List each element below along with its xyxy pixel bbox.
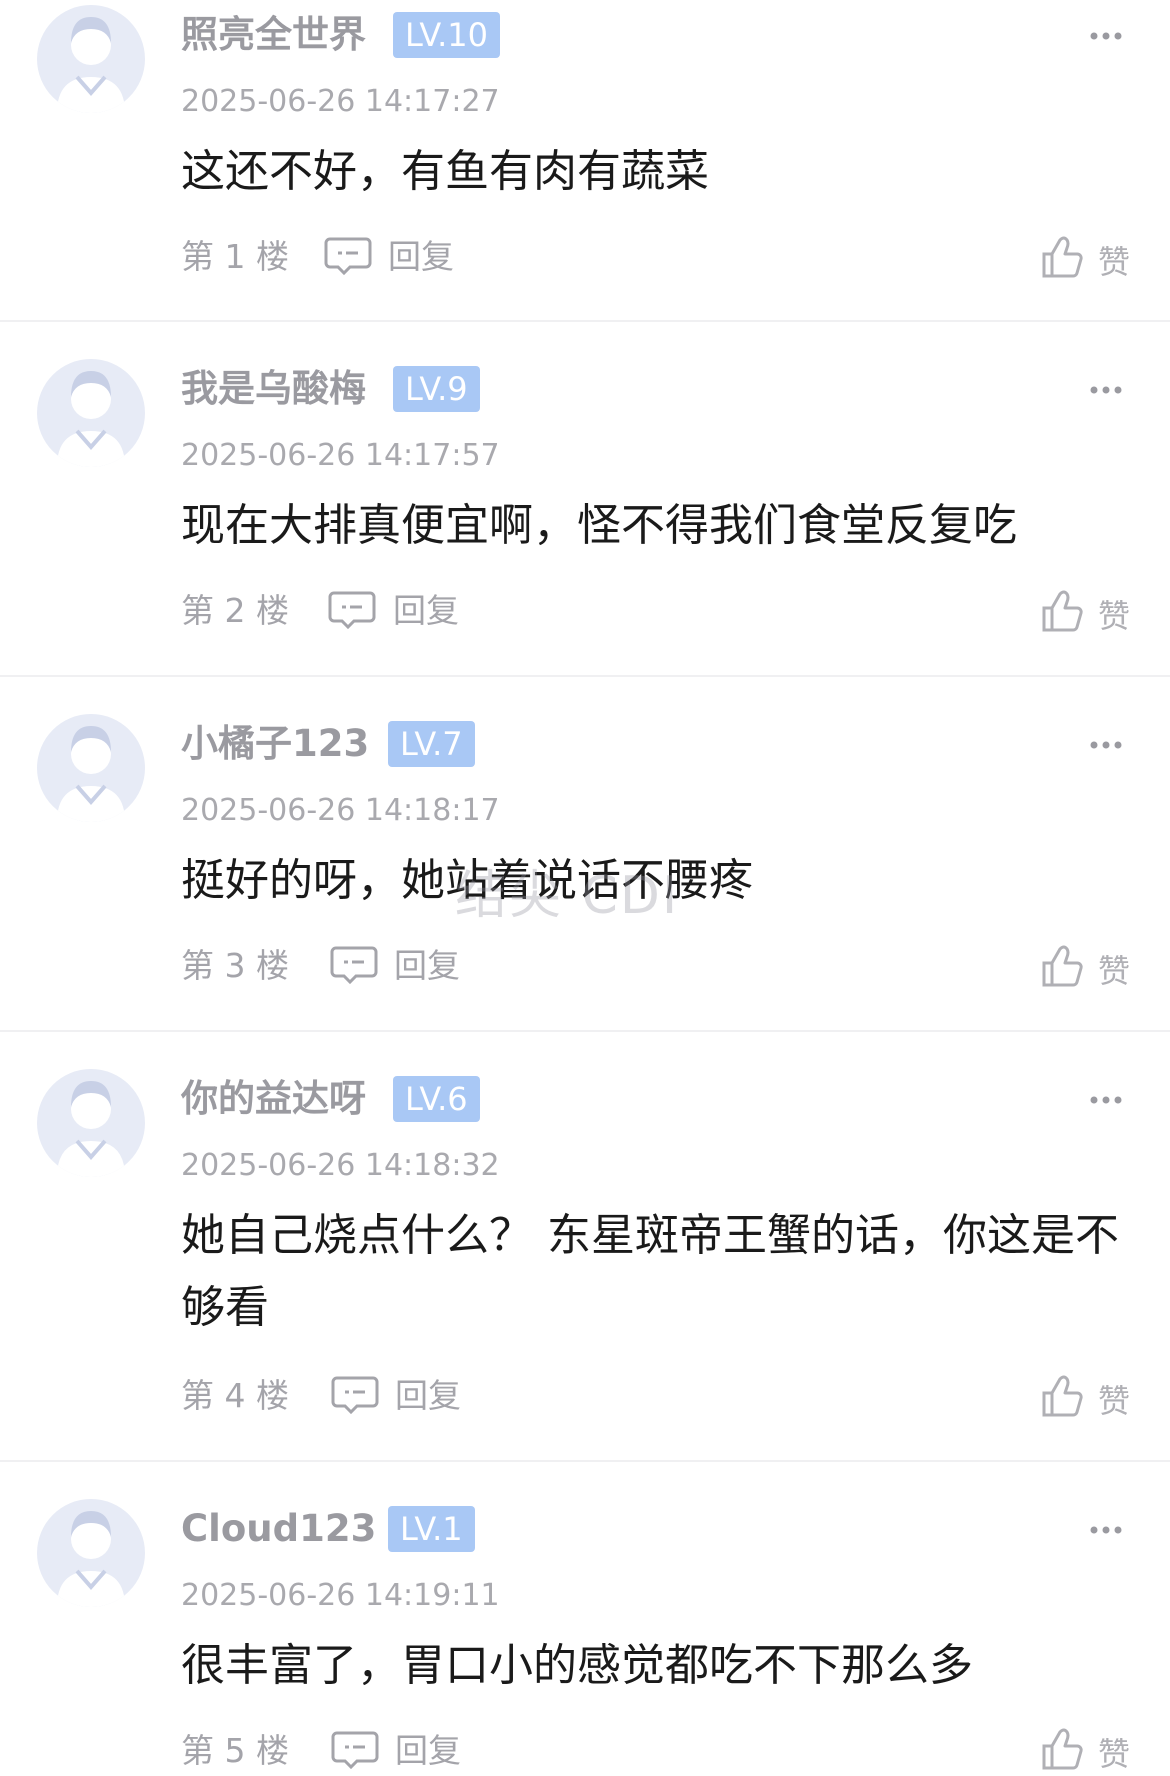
floor-number: 第 2 楼 [181,591,289,630]
more-dots-icon[interactable] [1088,26,1128,46]
level-badge: LV.9 [393,366,480,412]
comment-item: 你的益达呀 LV.6 2025-06-26 14:18:32 她自己烧点什么？ … [0,1032,1170,1459]
level-badge: LV.6 [393,1076,480,1122]
comment-bubble-icon[interactable] [331,1730,379,1770]
level-badge: LV.7 [388,721,475,767]
username[interactable]: 我是乌酸梅 [181,366,366,412]
more-dots-icon[interactable] [1088,1090,1128,1110]
watermark: 结尖 CDI [455,866,680,926]
comment-item: 照亮全世界 LV.10 2025-06-26 14:17:27 这还不好，有鱼有… [0,0,1170,320]
avatar-icon[interactable] [37,1069,145,1177]
username[interactable]: 你的益达呀 [181,1076,366,1122]
like-button[interactable]: 赞 [1098,594,1130,638]
more-dots-icon[interactable] [1088,380,1128,400]
comment-text: 很丰富了，胃口小的感觉都吃不下那么多 [181,1640,973,1691]
comment-bubble-icon[interactable] [328,590,376,630]
floor-number: 第 5 楼 [181,1731,289,1770]
thumbs-up-icon[interactable] [1040,1373,1086,1419]
comment-text: 这还不好，有鱼有肉有蔬菜 [181,146,709,197]
username[interactable]: Cloud123 [181,1506,376,1552]
comment-text: 现在大排真便宜啊，怪不得我们食堂反复吃 [181,500,1017,551]
level-badge: LV.10 [393,12,500,58]
comment-item: Cloud123 LV.1 2025-06-26 14:19:11 很丰富了，胃… [0,1462,1170,1773]
thumbs-up-icon[interactable] [1040,943,1086,989]
timestamp: 2025-06-26 14:18:32 [181,1148,500,1183]
thumbs-up-icon[interactable] [1040,588,1086,634]
reply-button[interactable]: 回复 [394,944,460,988]
like-button[interactable]: 赞 [1098,240,1130,284]
like-button[interactable]: 赞 [1098,949,1130,993]
reply-button[interactable]: 回复 [395,1374,461,1418]
avatar-icon[interactable] [37,5,145,113]
timestamp: 2025-06-26 14:17:57 [181,438,500,473]
thumbs-up-icon[interactable] [1040,1726,1086,1772]
timestamp: 2025-06-26 14:18:17 [181,793,500,828]
like-button[interactable]: 赞 [1098,1379,1130,1423]
timestamp: 2025-06-26 14:19:11 [181,1578,500,1613]
comment-bubble-icon[interactable] [331,1375,379,1415]
avatar-icon[interactable] [37,359,145,467]
avatar-icon[interactable] [37,714,145,822]
comment-item: 我是乌酸梅 LV.9 2025-06-26 14:17:57 现在大排真便宜啊，… [0,322,1170,674]
more-dots-icon[interactable] [1088,1520,1128,1540]
username[interactable]: 小橘子123 [181,721,369,767]
reply-button[interactable]: 回复 [388,235,454,279]
comment-text: 她自己烧点什么？ 东星斑帝王蟹的话，你这是不够看 [181,1210,1119,1333]
more-dots-icon[interactable] [1088,735,1128,755]
username[interactable]: 照亮全世界 [181,12,366,58]
comment-bubble-icon[interactable] [324,236,372,276]
thumbs-up-icon[interactable] [1040,234,1086,280]
comment-bubble-icon[interactable] [330,945,378,985]
floor-number: 第 1 楼 [181,237,289,276]
level-badge: LV.1 [388,1506,475,1552]
reply-button[interactable]: 回复 [395,1729,461,1773]
floor-number: 第 3 楼 [181,946,289,985]
avatar-icon[interactable] [37,1499,145,1607]
reply-button[interactable]: 回复 [393,589,459,633]
timestamp: 2025-06-26 14:17:27 [181,84,500,119]
like-button[interactable]: 赞 [1098,1732,1130,1776]
floor-number: 第 4 楼 [181,1376,289,1415]
